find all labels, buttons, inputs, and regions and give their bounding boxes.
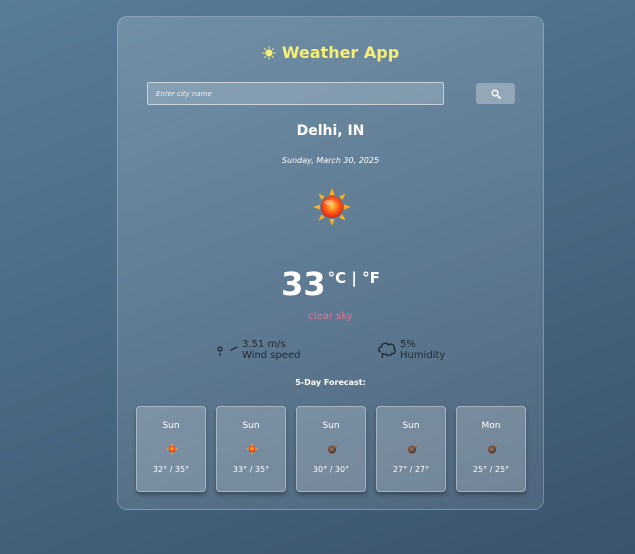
- forecast-card: Sun 30° / 30°: [296, 406, 366, 492]
- temperature-value: 33: [281, 265, 326, 303]
- cloud-icon: [328, 445, 338, 454]
- humidity-label: Humidity: [400, 350, 446, 361]
- cloud-icon: [408, 445, 418, 454]
- humidity-value: 5%: [400, 339, 416, 350]
- temperature-display: 33 °C | °F: [118, 265, 543, 303]
- forecast-card: Sun 33° / 35°: [216, 406, 286, 492]
- wind-value: 3.51 m/s: [242, 339, 286, 350]
- forecast-day: Sun: [402, 421, 420, 431]
- search-button[interactable]: [476, 83, 515, 104]
- forecast-day: Sun: [162, 421, 180, 431]
- humidity-stat: 5% Humidity: [377, 339, 445, 361]
- wind-stat: 3.51 m/s Wind speed: [217, 339, 301, 361]
- weather-description: clear sky: [308, 311, 353, 322]
- unit-toggle[interactable]: °C | °F: [328, 269, 380, 287]
- weather-card: Weather App Delhi, IN Sunday, March 30, …: [117, 16, 544, 510]
- app-title: Weather App: [118, 43, 543, 62]
- forecast-day: Sun: [322, 421, 340, 431]
- forecast-temps: 25° / 25°: [472, 465, 510, 474]
- search-input[interactable]: [147, 82, 444, 105]
- sun-icon: [313, 188, 351, 226]
- forecast-temps: 33° / 35°: [232, 465, 270, 474]
- forecast-temps: 30° / 30°: [312, 465, 350, 474]
- forecast-card: Sun 27° / 27°: [376, 406, 446, 492]
- wind-label: Wind speed: [242, 350, 301, 361]
- sun-icon: [246, 443, 258, 455]
- forecast-day: Mon: [481, 421, 501, 431]
- forecast-card: Mon 25° / 25°: [456, 406, 526, 492]
- forecast-title: 5-Day Forecast:: [295, 378, 366, 387]
- humidity-icon: [378, 342, 396, 359]
- city-name: Delhi, IN: [296, 123, 365, 139]
- app-title-text: Weather App: [281, 43, 400, 62]
- cloud-icon: [488, 445, 498, 454]
- search-icon: [491, 89, 501, 99]
- forecast-card: Sun 32° / 35°: [136, 406, 206, 492]
- current-date: Sunday, March 30, 2025: [281, 156, 380, 165]
- forecast-day: Sun: [242, 421, 260, 431]
- sun-icon: [262, 45, 276, 60]
- forecast-temps: 32° / 35°: [152, 465, 190, 474]
- forecast-temps: 27° / 27°: [392, 465, 430, 474]
- sun-icon: [166, 443, 178, 455]
- wind-icon: [217, 346, 238, 356]
